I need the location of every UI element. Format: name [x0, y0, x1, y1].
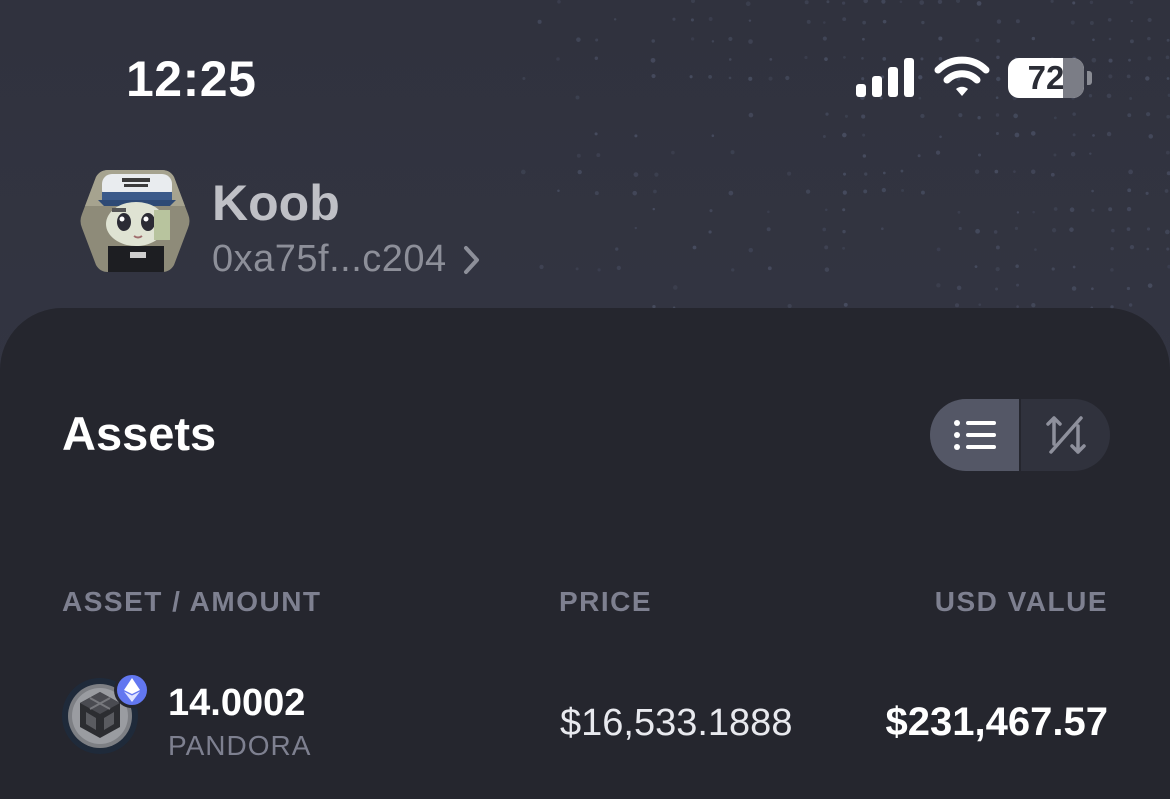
wallet-screen: 12:25 72 Koob 0xa75f...c204 Assets ASSET…: [0, 0, 1170, 799]
profile-name[interactable]: Koob: [212, 174, 340, 232]
chevron-right-icon[interactable]: [461, 243, 483, 277]
battery-indicator: 72: [1008, 58, 1092, 98]
column-header-usd-value[interactable]: USD VALUE: [935, 586, 1108, 618]
cellular-signal-icon: [856, 58, 914, 97]
assets-title: Assets: [62, 407, 217, 460]
transactions-view-button[interactable]: [1021, 399, 1110, 471]
ethereum-icon: [114, 672, 150, 708]
column-header-asset-amount[interactable]: ASSET / AMOUNT: [62, 586, 322, 618]
asset-symbol: PANDORA: [168, 730, 312, 761]
column-header-price[interactable]: PRICE: [559, 586, 652, 618]
status-time: 12:25: [126, 51, 257, 107]
battery-tip: [1087, 71, 1092, 85]
avatar[interactable]: [78, 166, 192, 276]
wifi-icon: [934, 56, 990, 96]
dotted-background-pattern: [520, 0, 1170, 309]
asset-usd-value: $231,467.57: [885, 700, 1108, 744]
asset-price: $16,533.1888: [560, 702, 793, 744]
list-icon: [953, 420, 996, 450]
battery-level: 72: [1027, 59, 1065, 96]
asset-row[interactable]: 14.0002 PANDORA $16,533.1888 $231,467.57: [0, 660, 1170, 770]
list-view-button[interactable]: [930, 399, 1020, 471]
battery-icon: 72: [1008, 58, 1084, 98]
wallet-address[interactable]: 0xa75f...c204: [212, 238, 447, 281]
swap-arrows-icon: [1045, 416, 1086, 454]
wallet-address-row[interactable]: 0xa75f...c204: [212, 238, 483, 281]
asset-amount: 14.0002: [168, 682, 306, 724]
view-toggle: [930, 399, 1110, 471]
